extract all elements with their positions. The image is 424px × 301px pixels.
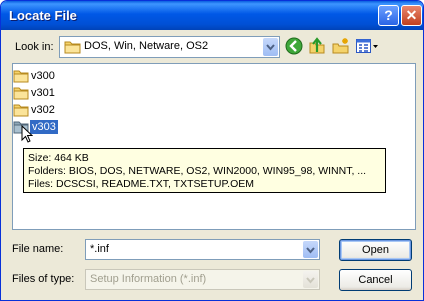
back-icon bbox=[285, 37, 303, 55]
view-menu-icon bbox=[356, 39, 378, 53]
locate-file-dialog: Locate File ? ✕ Look in: DOS, Win, Netwa… bbox=[0, 0, 424, 301]
files-of-type-dropdown[interactable]: Setup Information (*.inf) bbox=[85, 269, 320, 290]
folder-icon bbox=[13, 70, 29, 83]
folder-icon bbox=[13, 104, 29, 117]
files-of-type-value: Setup Information (*.inf) bbox=[90, 273, 207, 285]
folder-name: v301 bbox=[31, 87, 55, 99]
folder-icon bbox=[13, 87, 29, 100]
close-icon: ✕ bbox=[405, 7, 418, 23]
mouse-cursor-icon bbox=[21, 125, 33, 143]
title-bar[interactable]: Locate File ? ✕ bbox=[1, 1, 423, 30]
file-name-label: File name: bbox=[12, 243, 64, 255]
folder-name: v300 bbox=[31, 70, 55, 82]
look-in-value: DOS, Win, Netware, OS2 bbox=[84, 40, 209, 52]
tooltip-size: Size: 464 KB bbox=[28, 152, 89, 164]
folder-name: v303 bbox=[30, 120, 58, 134]
close-button[interactable]: ✕ bbox=[401, 5, 422, 26]
open-button[interactable]: Open bbox=[339, 239, 412, 261]
file-name-value: *.inf bbox=[90, 243, 109, 255]
help-icon: ? bbox=[384, 7, 393, 23]
view-menu-button[interactable] bbox=[355, 37, 379, 57]
new-folder-button[interactable] bbox=[332, 37, 352, 57]
look-in-label: Look in: bbox=[15, 41, 54, 53]
tooltip-files: Files: DCSCSI, README.TXT, TXTSETUP.OEM bbox=[28, 178, 254, 190]
chevron-down-icon[interactable] bbox=[303, 271, 318, 288]
up-folder-button[interactable] bbox=[308, 37, 328, 57]
chevron-down-icon[interactable] bbox=[263, 38, 278, 56]
files-of-type-label: Files of type: bbox=[12, 273, 75, 285]
chevron-down-icon[interactable] bbox=[303, 241, 318, 258]
folder-name: v302 bbox=[31, 104, 55, 116]
folder-info-tooltip: Size: 464 KB Folders: BIOS, DOS, NETWARE… bbox=[23, 148, 386, 193]
file-name-input[interactable]: *.inf bbox=[85, 239, 320, 260]
help-button[interactable]: ? bbox=[378, 5, 399, 26]
back-button[interactable] bbox=[285, 37, 305, 57]
new-folder-icon bbox=[332, 38, 349, 54]
folder-icon bbox=[64, 40, 81, 57]
cancel-button[interactable]: Cancel bbox=[339, 269, 412, 291]
dialog-title: Locate File bbox=[9, 8, 77, 23]
file-list[interactable]: v300 v301 v302 v303 bbox=[12, 63, 416, 230]
up-folder-icon bbox=[309, 37, 325, 54]
tooltip-folders: Folders: BIOS, DOS, NETWARE, OS2, WIN200… bbox=[28, 165, 367, 177]
look-in-dropdown[interactable]: DOS, Win, Netware, OS2 bbox=[59, 36, 280, 58]
